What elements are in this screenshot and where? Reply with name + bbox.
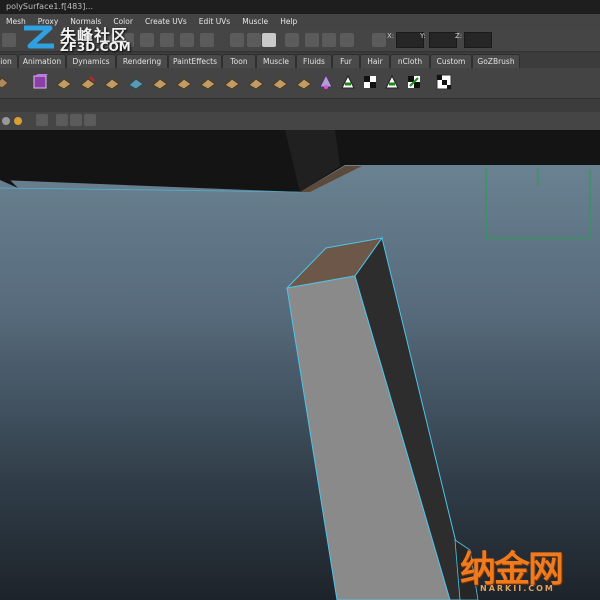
hypershade-icon[interactable] (340, 33, 354, 47)
watermark-top-en: ZF3D.COM (60, 40, 131, 54)
y-field[interactable] (429, 32, 457, 48)
light-icon[interactable] (318, 74, 334, 90)
smooth-shade-icon[interactable] (70, 114, 82, 126)
history-icon[interactable] (230, 33, 244, 47)
menu-muscle[interactable]: Muscle (236, 17, 274, 26)
z-label: Z: (455, 32, 463, 40)
zf3d-logo-icon (24, 25, 54, 49)
y-label: Y: (420, 32, 426, 40)
window-title: polySurface1.f[483]... (6, 2, 93, 11)
menu-create-uvs[interactable]: Create UVs (139, 17, 193, 26)
poly-append-icon[interactable] (176, 74, 192, 90)
uv-checker-icon-1[interactable] (340, 74, 356, 90)
shelf-icons (0, 68, 600, 99)
title-bar: polySurface1.f[483]... (0, 0, 600, 14)
shelf-tabs: ion Animation Dynamics Rendering PaintEf… (0, 53, 600, 68)
panel-menu-strip (0, 99, 600, 112)
poly-fill-hole-icon[interactable] (200, 74, 216, 90)
wireframe-icon[interactable] (56, 114, 68, 126)
render-settings-icon[interactable] (322, 33, 336, 47)
render-frame-icon[interactable] (285, 33, 299, 47)
isolate-select-icon[interactable] (84, 114, 96, 126)
poly-cut-icon[interactable] (224, 74, 240, 90)
poly-merge-icon[interactable] (128, 74, 144, 90)
tab-animation-partial[interactable]: ion (0, 54, 18, 68)
viewport-canvas[interactable] (0, 130, 600, 600)
checker-map-icon[interactable] (436, 74, 452, 90)
select-mode-icon[interactable] (2, 33, 16, 47)
tab-hair[interactable]: Hair (360, 54, 390, 68)
watermark-bottom-en: NARKII.COM (480, 584, 555, 593)
poly-bevel-icon[interactable] (104, 74, 120, 90)
lighting-ball-icon[interactable] (14, 117, 22, 125)
magnet-icon[interactable] (200, 33, 214, 47)
tab-fluids[interactable]: Fluids (296, 54, 332, 68)
menu-edit-uvs[interactable]: Edit UVs (193, 17, 236, 26)
cube-icon[interactable] (32, 74, 48, 90)
select-camera-icon[interactable] (36, 114, 48, 126)
z-field[interactable] (464, 32, 492, 48)
tab-ncloth[interactable]: nCloth (390, 54, 430, 68)
snap-surface-icon[interactable] (180, 33, 194, 47)
shading-ball-icon[interactable] (2, 117, 10, 125)
ipr-render-icon[interactable] (305, 33, 319, 47)
panel-toolbar (0, 112, 600, 130)
x-label: X: (387, 32, 395, 40)
menu-help[interactable]: Help (274, 17, 303, 26)
tab-fur[interactable]: Fur (332, 54, 360, 68)
uv-checker-icon-4[interactable] (406, 74, 422, 90)
tab-painteffects[interactable]: PaintEffects (168, 54, 222, 68)
uv-checker-icon-2[interactable] (362, 74, 378, 90)
construction-history-icon[interactable] (247, 33, 261, 47)
poly-tool-icon[interactable] (0, 74, 10, 90)
absolute-transform-icon[interactable] (372, 33, 386, 47)
tab-rendering[interactable]: Rendering (116, 54, 168, 68)
poly-split-icon[interactable] (80, 74, 96, 90)
tab-toon[interactable]: Toon (222, 54, 256, 68)
tab-muscle[interactable]: Muscle (256, 54, 296, 68)
render-current-icon[interactable] (262, 33, 276, 47)
poly-extrude-icon[interactable] (56, 74, 72, 90)
uv-checker-icon-3[interactable] (384, 74, 400, 90)
viewport[interactable] (0, 130, 600, 600)
snap-view-icon[interactable] (160, 33, 174, 47)
tab-animation[interactable]: Animation (18, 54, 66, 68)
poly-combine-icon[interactable] (296, 74, 312, 90)
tab-gozbrush[interactable]: GoZBrush (472, 54, 520, 68)
poly-smooth-icon[interactable] (152, 74, 168, 90)
poly-wedge-icon[interactable] (248, 74, 264, 90)
poly-mirror-icon[interactable] (272, 74, 288, 90)
tab-dynamics[interactable]: Dynamics (66, 54, 116, 68)
tab-custom[interactable]: Custom (430, 54, 472, 68)
snap-point-icon[interactable] (140, 33, 154, 47)
